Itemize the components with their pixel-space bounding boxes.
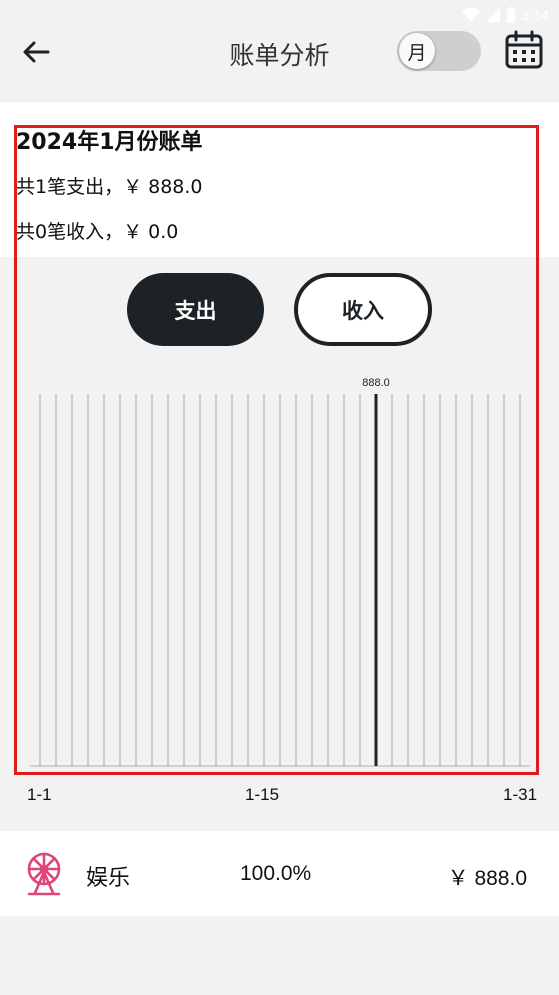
toggle-knob: 月: [399, 33, 435, 69]
signal-icon: [485, 8, 500, 22]
x-tick-label: 1-31: [503, 785, 538, 804]
category-row-entertainment[interactable]: 娱乐 100.0% ￥ 888.0: [0, 831, 559, 916]
bill-title: 2024年1月份账单: [16, 130, 203, 155]
chart-data-label: 888.0: [362, 377, 390, 389]
category-name: 娱乐: [86, 866, 131, 891]
calendar-icon: [505, 30, 543, 69]
expense-tab-button[interactable]: 支出: [127, 273, 264, 346]
income-summary: 共0笔收入，￥ 0.0: [16, 221, 179, 243]
category-percent: 100.0%: [240, 862, 312, 885]
daily-expense-chart: 888.0: [30, 377, 530, 767]
income-tab-button[interactable]: 收入: [294, 273, 432, 346]
bill-summary-card: 2024年1月份账单 共1笔支出，￥ 888.0 共0笔收入，￥ 0.0: [0, 102, 559, 257]
category-amount: ￥ 888.0: [447, 867, 527, 890]
calendar-button[interactable]: [504, 30, 544, 70]
ferris-wheel-icon: [27, 852, 61, 896]
x-tick-label: 1-15: [245, 785, 280, 804]
battery-icon: [506, 7, 515, 23]
app-bar: 账单分析 月: [0, 30, 559, 74]
month-year-toggle[interactable]: 月: [397, 31, 481, 71]
x-tick-label: 1-1: [27, 785, 52, 804]
status-time: 3:14: [521, 7, 549, 23]
wifi-icon: [461, 8, 480, 22]
expense-summary: 共1笔支出，￥ 888.0: [16, 176, 203, 198]
chart-bar: [374, 394, 378, 766]
status-bar: 3:14: [0, 0, 559, 30]
